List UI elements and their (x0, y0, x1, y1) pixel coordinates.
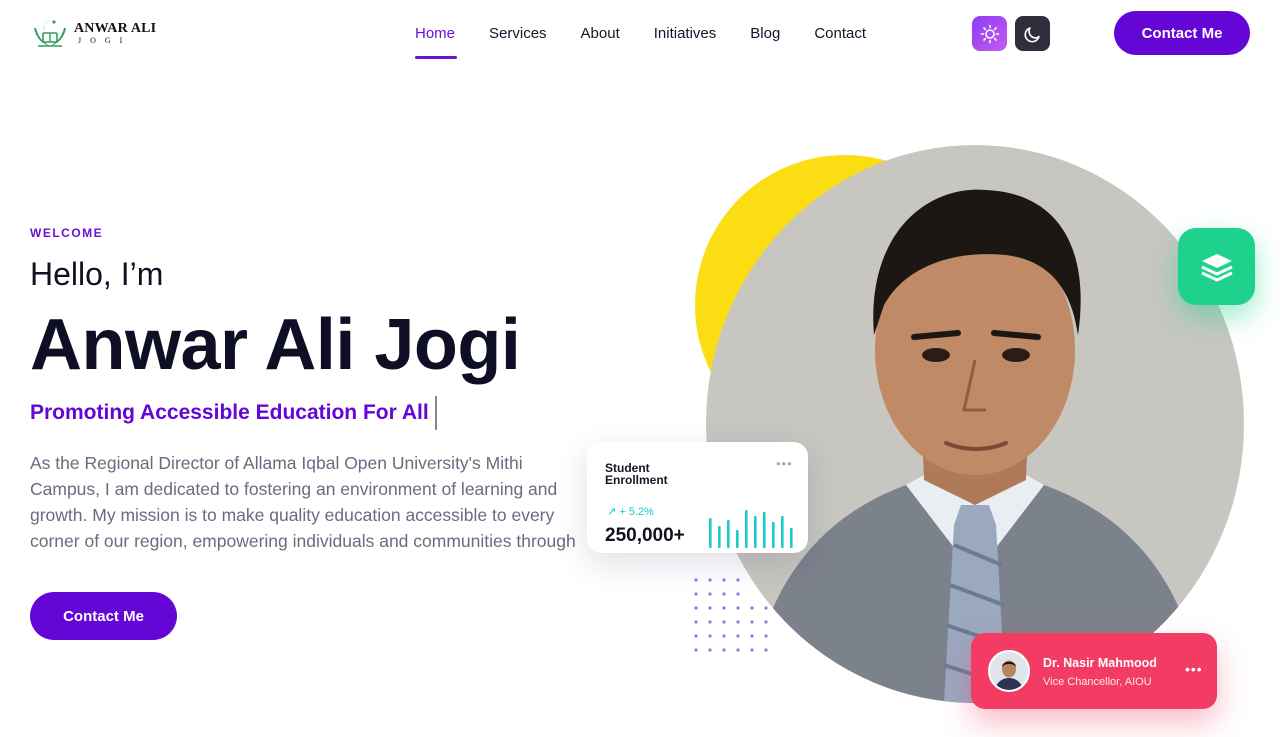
moon-icon (1023, 26, 1040, 42)
hero-contact-button[interactable]: Contact Me (30, 592, 177, 640)
site-header: ANWAR ALI JOGI Home Services About Initi… (0, 0, 1280, 66)
site-logo[interactable]: ANWAR ALI JOGI (30, 16, 160, 50)
avatar (988, 650, 1030, 692)
layers-icon (1200, 253, 1233, 281)
trend-up-icon: ↗ (607, 506, 617, 518)
enrollment-title: Student Enrollment (605, 461, 668, 487)
sun-icon (980, 24, 999, 43)
logo-title: ANWAR ALI (74, 20, 157, 36)
enrollment-change: ↗ + 5.2% (607, 505, 654, 518)
typing-caret (434, 396, 437, 430)
vice-chancellor-card: Dr. Nasir Mahmood Vice Chancellor, AIOU … (971, 633, 1217, 709)
hero-description: As the Regional Director of Allama Iqbal… (30, 453, 576, 551)
nav-item-about[interactable]: About (564, 22, 637, 60)
hero-tagline-wrap: Promoting Accessible Education For All (30, 396, 437, 430)
enrollment-mini-chart (709, 510, 793, 548)
dark-theme-button[interactable] (1015, 16, 1050, 51)
vc-name: Dr. Nasir Mahmood (1043, 656, 1157, 670)
hero-eyebrow: WELCOME (30, 226, 104, 240)
nav-item-home[interactable]: Home (398, 22, 472, 60)
nav-item-blog[interactable]: Blog (733, 22, 797, 60)
header-contact-button[interactable]: Contact Me (1114, 11, 1250, 55)
more-dots-icon[interactable]: ••• (776, 456, 793, 471)
layers-button[interactable] (1178, 228, 1255, 305)
nav-item-initiatives[interactable]: Initiatives (637, 22, 734, 60)
hero-tagline: Promoting Accessible Education For All (30, 401, 429, 424)
hero-greeting: Hello, I’m (30, 256, 164, 292)
light-theme-button[interactable] (972, 16, 1007, 51)
nav-item-contact[interactable]: Contact (797, 22, 883, 60)
enrollment-value: 250,000+ (605, 525, 685, 546)
main-nav: Home Services About Initiatives Blog Con… (398, 22, 883, 60)
nav-item-services[interactable]: Services (472, 22, 564, 60)
dot-pattern (694, 578, 768, 652)
enrollment-change-value: + 5.2% (619, 506, 654, 518)
enrollment-card: Student Enrollment ••• ↗ + 5.2% 250,000+ (587, 442, 808, 553)
logo-subtitle: JOGI (78, 35, 132, 45)
more-dots-icon[interactable]: ••• (1185, 661, 1203, 677)
vc-role: Vice Chancellor, AIOU (1043, 676, 1152, 688)
hero-name: Anwar Ali Jogi (30, 305, 521, 385)
logo-emblem-icon (34, 20, 66, 47)
